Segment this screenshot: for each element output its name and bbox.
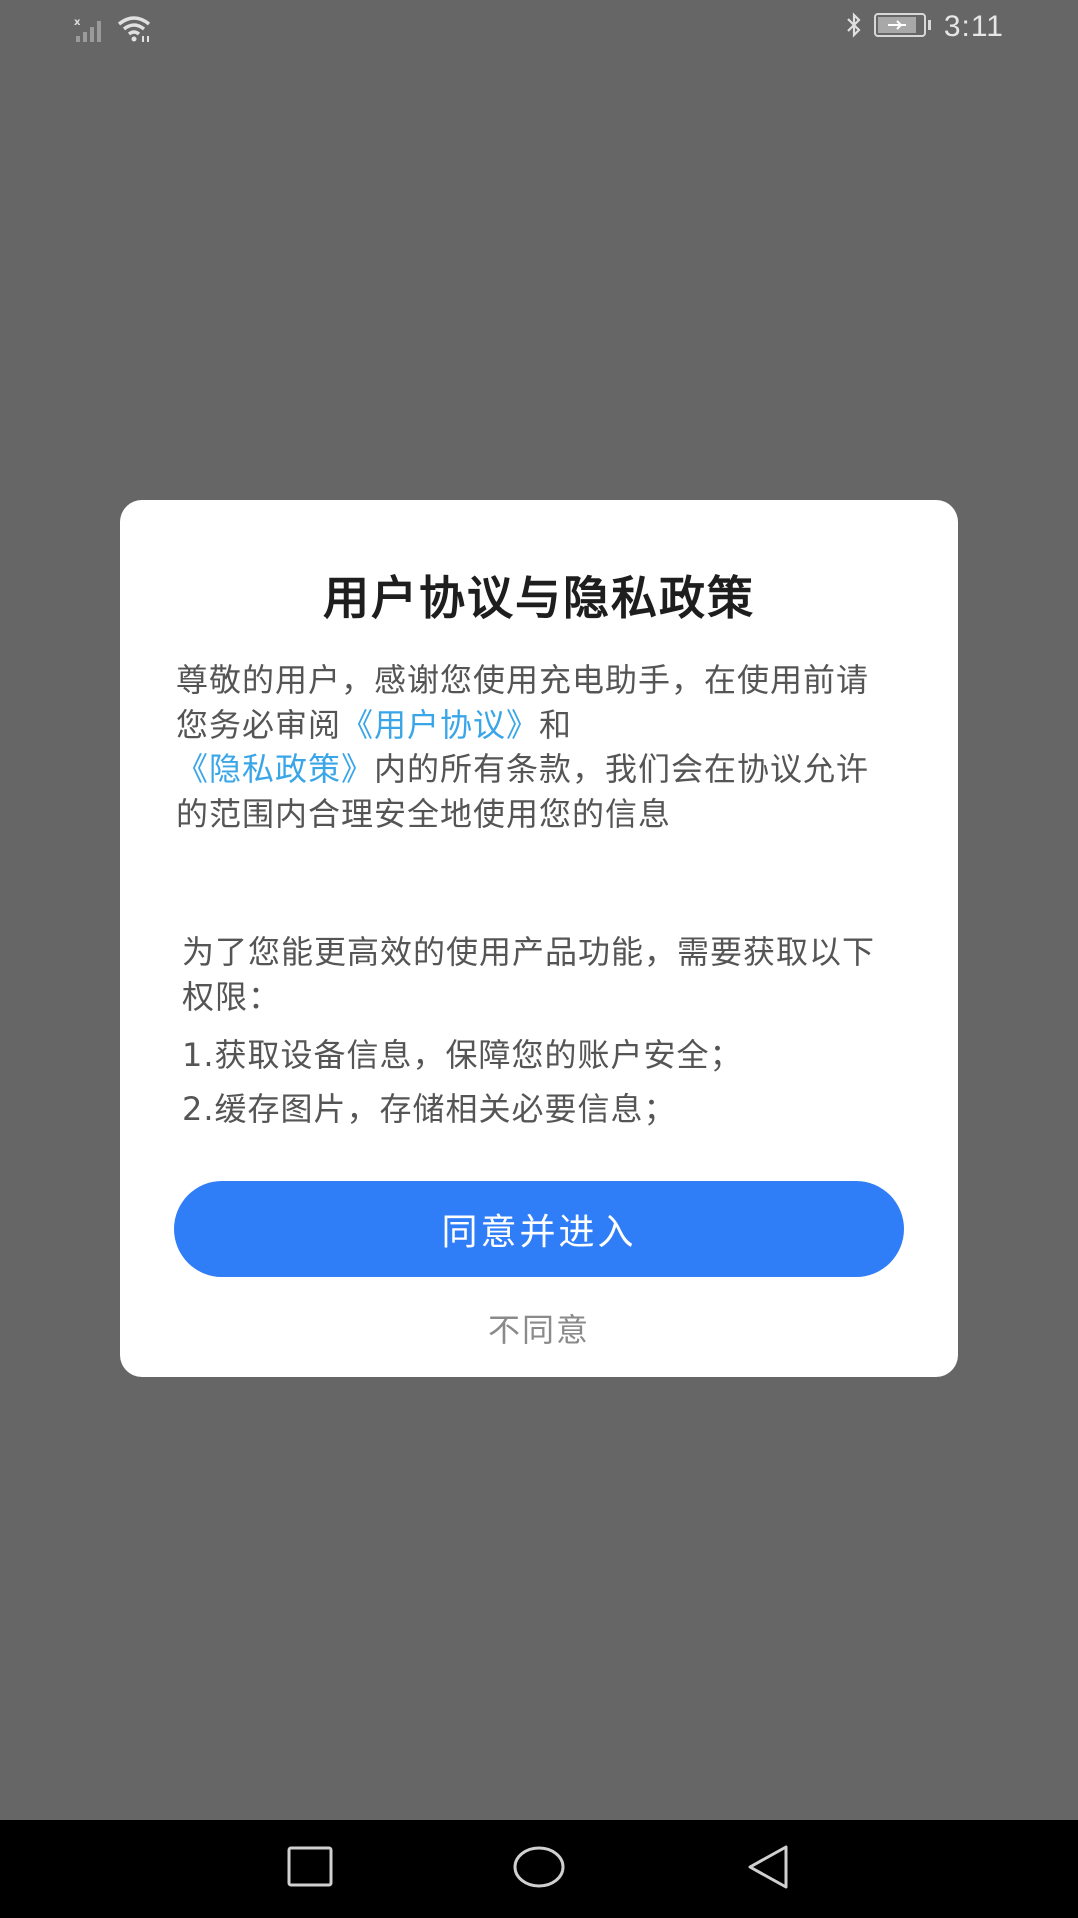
home-button[interactable] [497,1820,581,1918]
wifi-icon [116,14,156,48]
home-icon [511,1844,567,1894]
back-icon [742,1843,794,1895]
recents-button[interactable] [268,1820,352,1918]
intro-text-part2: 和 [539,705,573,744]
battery-charging-icon [873,11,934,43]
intro-text: 尊敬的用户，感谢您使用充电助手，在使用前请您务必审阅《用户协议》和 《隐私政策》内… [176,658,896,836]
back-button[interactable] [726,1820,810,1918]
user-agreement-link[interactable]: 《用户协议》 [341,706,539,744]
recents-icon [285,1845,335,1893]
dialog-title: 用户协议与隐私政策 [323,571,755,625]
status-left: x [74,14,156,48]
privacy-dialog: 用户协议与隐私政策 尊敬的用户，感谢您使用充电助手，在使用前请您务必审阅《用户协… [120,500,958,1377]
status-bar: x 3:11 [0,0,1078,56]
navigation-bar [0,1820,1078,1918]
bluetooth-icon [844,11,864,43]
disagree-button[interactable]: 不同意 [120,1305,958,1351]
permissions-intro: 为了您能更高效的使用产品功能，需要获取以下权限： [182,933,876,1016]
status-time: 3:11 [943,10,1004,43]
privacy-policy-link[interactable]: 《隐私政策》 [176,750,374,788]
agree-and-enter-button[interactable]: 同意并进入 [174,1181,904,1277]
signal-no-sim-icon: x [74,16,108,48]
svg-text:x: x [74,17,81,28]
status-right: 3:11 [844,10,1004,44]
permission-item: 2.缓存图片，存储相关必要信息； [182,1090,677,1128]
permission-item: 1.获取设备信息，保障您的账户安全； [182,1036,743,1074]
